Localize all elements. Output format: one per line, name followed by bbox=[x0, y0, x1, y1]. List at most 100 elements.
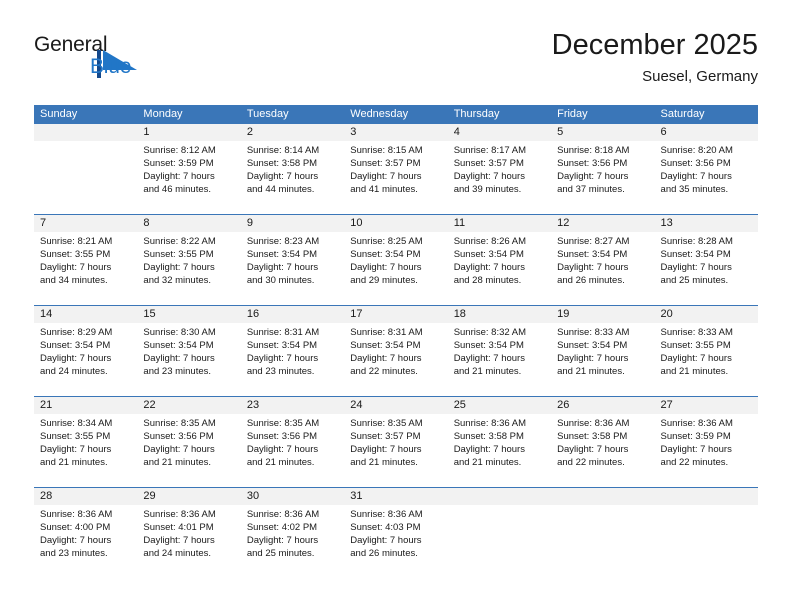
day-number[interactable]: 20 bbox=[655, 306, 758, 323]
day-detail-line: Daylight: 7 hours bbox=[350, 353, 422, 364]
day-number[interactable]: 18 bbox=[448, 306, 551, 323]
day-cell[interactable]: Sunrise: 8:20 AM Sunset: 3:56 PM Daylight:… bbox=[655, 141, 758, 214]
day-cell[interactable]: Sunrise: 8:22 AM Sunset: 3:55 PM Daylight:… bbox=[137, 232, 240, 305]
day-detail-line: Daylight: 7 hours bbox=[40, 353, 112, 364]
day-number[interactable]: 16 bbox=[241, 306, 344, 323]
day-cell[interactable]: Sunrise: 8:21 AM Sunset: 3:55 PM Daylight:… bbox=[34, 232, 137, 305]
day-number[interactable]: 29 bbox=[137, 488, 240, 505]
day-cell[interactable]: Sunrise: 8:31 AM Sunset: 3:54 PM Daylight:… bbox=[344, 323, 447, 396]
day-detail-line: and 23 minutes. bbox=[143, 366, 212, 377]
day-detail-line: Sunrise: 8:36 AM bbox=[246, 509, 320, 520]
day-detail-line: Daylight: 7 hours bbox=[453, 444, 525, 455]
day-cell[interactable]: Sunrise: 8:27 AM Sunset: 3:54 PM Daylight:… bbox=[551, 232, 654, 305]
day-cell[interactable]: Sunrise: 8:30 AM Sunset: 3:54 PM Daylight:… bbox=[137, 323, 240, 396]
day-number-empty bbox=[551, 488, 654, 505]
day-number-band: 123456 bbox=[34, 124, 758, 141]
day-number-empty bbox=[34, 124, 137, 141]
day-number[interactable]: 27 bbox=[655, 397, 758, 414]
day-detail-line: and 37 minutes. bbox=[557, 184, 625, 195]
day-cell[interactable]: Sunrise: 8:28 AM Sunset: 3:54 PM Daylight:… bbox=[655, 232, 758, 305]
day-number[interactable]: 15 bbox=[137, 306, 240, 323]
calendar-week-row: 21 22 23 24 25 26 27 Sunrise: 8:34 AM Sunset: 3:… bbox=[34, 396, 758, 487]
day-cell[interactable]: Sunrise: 8:31 AM Sunset: 3:54 PM Daylight:… bbox=[241, 323, 344, 396]
day-cell[interactable]: Sunrise: 8:35 AM Sunset: 3:56 PM Daylight:… bbox=[241, 414, 344, 487]
day-number[interactable]: 2 bbox=[241, 124, 344, 141]
day-number[interactable]: 4 bbox=[448, 124, 551, 141]
day-detail-line: Sunrise: 8:25 AM bbox=[350, 236, 423, 247]
day-cell[interactable]: Sunrise: 8:36 AM Sunset: 4:02 PM Daylight:… bbox=[241, 505, 344, 578]
day-cell[interactable]: Sunrise: 8:12 AM Sunset: 3:59 PM Daylight:… bbox=[137, 141, 240, 214]
day-number[interactable]: 5 bbox=[551, 124, 654, 141]
day-number[interactable]: 6 bbox=[655, 124, 758, 141]
day-detail-line: Sunset: 3:54 PM bbox=[453, 249, 524, 260]
day-number[interactable]: 28 bbox=[34, 488, 137, 505]
day-number-band: 14 15 16 17 18 19 20 bbox=[34, 306, 758, 323]
day-detail-line: Sunset: 3:54 PM bbox=[350, 249, 421, 260]
day-number[interactable]: 3 bbox=[344, 124, 447, 141]
day-detail-line: Daylight: 7 hours bbox=[660, 262, 732, 273]
day-cell[interactable]: Sunrise: 8:35 AM Sunset: 3:56 PM Daylight:… bbox=[137, 414, 240, 487]
weekday-header-row: Sunday Monday Tuesday Wednesday Thursday Frid… bbox=[34, 105, 758, 124]
day-cell[interactable]: Sunrise: 8:23 AM Sunset: 3:54 PM Daylight:… bbox=[241, 232, 344, 305]
day-number[interactable]: 10 bbox=[344, 215, 447, 232]
day-detail-line: and 24 minutes. bbox=[143, 548, 212, 559]
day-number[interactable]: 30 bbox=[241, 488, 344, 505]
day-detail-line: and 34 minutes. bbox=[40, 275, 108, 286]
day-detail-line: Sunrise: 8:36 AM bbox=[453, 418, 527, 429]
day-detail-line: Sunrise: 8:29 AM bbox=[40, 327, 113, 338]
day-cell[interactable]: Sunrise: 8:15 AM Sunset: 3:57 PM Daylight:… bbox=[344, 141, 447, 214]
day-cell[interactable]: Sunrise: 8:18 AM Sunset: 3:56 PM Daylight:… bbox=[551, 141, 654, 214]
day-cell[interactable]: Sunrise: 8:14 AM Sunset: 3:58 PM Daylight:… bbox=[241, 141, 344, 214]
day-detail-line: Daylight: 7 hours bbox=[143, 535, 215, 546]
day-number[interactable]: 8 bbox=[137, 215, 240, 232]
day-cell[interactable]: Sunrise: 8:36 AM Sunset: 3:58 PM Daylight:… bbox=[551, 414, 654, 487]
day-detail-line: Sunrise: 8:15 AM bbox=[350, 145, 423, 156]
day-cell[interactable]: Sunrise: 8:33 AM Sunset: 3:55 PM Daylight:… bbox=[655, 323, 758, 396]
day-number[interactable]: 9 bbox=[241, 215, 344, 232]
day-cell[interactable]: Sunrise: 8:35 AM Sunset: 3:57 PM Daylight:… bbox=[344, 414, 447, 487]
day-number[interactable]: 26 bbox=[551, 397, 654, 414]
day-detail-line: and 21 minutes. bbox=[143, 457, 212, 468]
day-detail-line: Sunrise: 8:36 AM bbox=[143, 509, 216, 520]
day-number[interactable]: 13 bbox=[655, 215, 758, 232]
brand-logo[interactable]: General Blue bbox=[34, 34, 174, 90]
day-number[interactable]: 22 bbox=[137, 397, 240, 414]
day-cell[interactable]: Sunrise: 8:36 AM Sunset: 4:03 PM Daylight:… bbox=[344, 505, 447, 578]
day-detail-line: and 35 minutes. bbox=[660, 184, 729, 195]
day-number[interactable]: 19 bbox=[551, 306, 654, 323]
day-cell[interactable]: Sunrise: 8:33 AM Sunset: 3:54 PM Daylight:… bbox=[551, 323, 654, 396]
day-cell[interactable]: Sunrise: 8:36 AM Sunset: 3:58 PM Daylight:… bbox=[448, 414, 551, 487]
day-number[interactable]: 11 bbox=[448, 215, 551, 232]
day-number[interactable]: 24 bbox=[344, 397, 447, 414]
day-number[interactable]: 31 bbox=[344, 488, 447, 505]
day-cell[interactable]: Sunrise: 8:25 AM Sunset: 3:54 PM Daylight:… bbox=[344, 232, 447, 305]
day-cell[interactable]: Sunrise: 8:36 AM Sunset: 3:59 PM Daylight:… bbox=[655, 414, 758, 487]
day-detail-line: Sunset: 4:00 PM bbox=[40, 522, 111, 533]
day-number-band: 28 29 30 31 bbox=[34, 488, 758, 505]
day-cell[interactable]: Sunrise: 8:36 AM Sunset: 4:00 PM Daylight:… bbox=[34, 505, 137, 578]
day-cell[interactable]: Sunrise: 8:29 AM Sunset: 3:54 PM Daylight:… bbox=[34, 323, 137, 396]
day-number[interactable]: 12 bbox=[551, 215, 654, 232]
day-detail-line: Daylight: 7 hours bbox=[350, 535, 422, 546]
day-detail-line: and 26 minutes. bbox=[350, 548, 418, 559]
day-cell[interactable]: Sunrise: 8:26 AM Sunset: 3:54 PM Daylight:… bbox=[448, 232, 551, 305]
day-detail-line: Daylight: 7 hours bbox=[246, 444, 319, 455]
day-cell[interactable]: Sunrise: 8:34 AM Sunset: 3:55 PM Daylight:… bbox=[34, 414, 137, 487]
day-number[interactable]: 25 bbox=[448, 397, 551, 414]
day-cell[interactable]: Sunrise: 8:36 AM Sunset: 4:01 PM Daylight:… bbox=[137, 505, 240, 578]
day-number[interactable]: 21 bbox=[34, 397, 137, 414]
day-number[interactable]: 1 bbox=[137, 124, 240, 141]
day-detail-line: Daylight: 7 hours bbox=[453, 353, 525, 364]
day-number[interactable]: 23 bbox=[241, 397, 344, 414]
day-detail-line: Sunrise: 8:26 AM bbox=[453, 236, 527, 247]
day-detail-line: Sunset: 3:54 PM bbox=[246, 249, 318, 260]
day-detail-line: Sunset: 3:59 PM bbox=[660, 431, 731, 442]
day-detail-line: Sunset: 3:54 PM bbox=[350, 340, 421, 351]
day-number-empty bbox=[448, 488, 551, 505]
day-cell[interactable]: Sunrise: 8:17 AM Sunset: 3:57 PM Daylight:… bbox=[448, 141, 551, 214]
day-number[interactable]: 7 bbox=[34, 215, 137, 232]
day-number[interactable]: 14 bbox=[34, 306, 137, 323]
day-cell[interactable]: Sunrise: 8:32 AM Sunset: 3:54 PM Daylight:… bbox=[448, 323, 551, 396]
day-number[interactable]: 17 bbox=[344, 306, 447, 323]
day-detail-line: Daylight: 7 hours bbox=[660, 444, 732, 455]
